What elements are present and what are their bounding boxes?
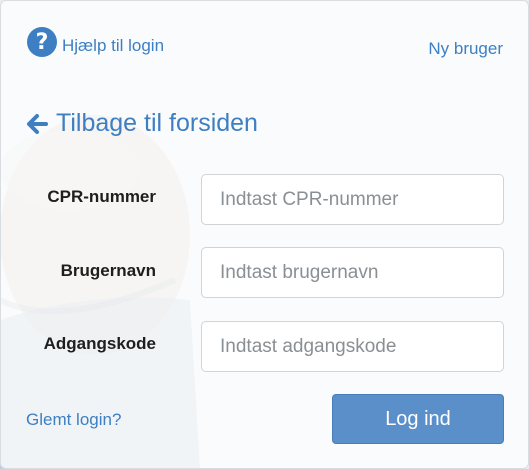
username-input[interactable] [201, 247, 504, 298]
arrow-left-icon [27, 113, 48, 134]
cpr-input[interactable] [201, 174, 504, 225]
login-button[interactable]: Log ind [332, 394, 504, 444]
back-link-label: Tilbage til forsiden [56, 109, 258, 137]
login-panel: ? Hjælp til login Ny bruger Tilbage til … [0, 0, 529, 469]
question-icon: ? [27, 27, 57, 57]
login-screen: ? Hjælp til login Ny bruger Tilbage til … [0, 0, 529, 469]
new-user-link[interactable]: Ny bruger [428, 39, 503, 59]
password-input[interactable] [201, 321, 504, 372]
username-label: Brugernavn [60, 261, 156, 280]
help-link[interactable]: ? Hjælp til login [27, 27, 165, 61]
back-to-frontpage-link[interactable]: Tilbage til forsiden [26, 109, 258, 138]
forgot-login-link[interactable]: Glemt login? [26, 410, 121, 430]
cpr-label: CPR-nummer [47, 187, 156, 206]
help-link-label: Hjælp til login [62, 36, 165, 55]
password-label: Adgangskode [43, 334, 156, 353]
